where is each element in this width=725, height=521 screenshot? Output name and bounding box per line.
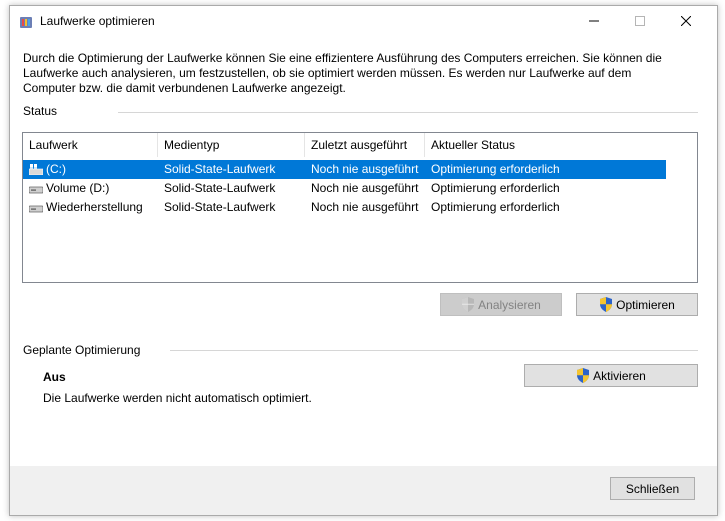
optimize-button-label: Optimieren (616, 297, 675, 312)
drive-row-d[interactable]: Volume (D:) Solid-State-Laufwerk Noch ni… (23, 179, 666, 198)
schedule-state-title: Aus (43, 370, 66, 384)
status-divider (118, 112, 698, 113)
column-header-status[interactable]: Aktueller Status (425, 133, 555, 157)
maximize-button[interactable] (617, 6, 663, 36)
current-status: Optimierung erforderlich (431, 200, 560, 214)
drive-name: Wiederherstellung (46, 200, 143, 214)
close-icon (681, 16, 691, 26)
window-title: Laufwerke optimieren (40, 14, 155, 28)
media-type: Solid-State-Laufwerk (164, 181, 276, 195)
uac-shield-icon (577, 368, 590, 383)
minimize-button[interactable] (571, 6, 617, 36)
list-header: Laufwerk Medientyp Zuletzt ausgeführt Ak… (23, 133, 697, 157)
close-window-button[interactable] (663, 6, 709, 36)
analyze-button[interactable]: Analysieren (440, 293, 562, 316)
drives-list[interactable]: Laufwerk Medientyp Zuletzt ausgeführt Ak… (22, 132, 698, 283)
close-button-label: Schließen (625, 481, 680, 496)
drive-icon (29, 186, 43, 194)
media-type: Solid-State-Laufwerk (164, 162, 276, 176)
dialog-footer: Schließen (10, 466, 717, 515)
drive-icon (29, 205, 43, 213)
maximize-icon (635, 16, 645, 26)
scheduled-section-label: Geplante Optimierung (23, 343, 141, 357)
current-status: Optimierung erforderlich (431, 162, 560, 176)
drive-row-recovery[interactable]: Wiederherstellung Solid-State-Laufwerk N… (23, 198, 666, 217)
schedule-state-text: Die Laufwerke werden nicht automatisch o… (43, 391, 312, 405)
media-type: Solid-State-Laufwerk (164, 200, 276, 214)
last-run: Noch nie ausgeführt (311, 181, 419, 195)
close-button[interactable]: Schließen (610, 477, 695, 500)
description-text: Durch die Optimierung der Laufwerke könn… (23, 51, 662, 95)
defrag-app-icon (20, 17, 32, 28)
title-bar[interactable]: Laufwerke optimieren (10, 6, 717, 36)
column-header-medientyp[interactable]: Medientyp (158, 133, 305, 157)
status-section-label: Status (23, 104, 58, 118)
minimize-icon (589, 20, 599, 22)
uac-shield-icon (462, 297, 475, 312)
uac-shield-icon (600, 297, 613, 312)
last-run: Noch nie ausgeführt (311, 162, 419, 176)
scheduled-divider (170, 350, 698, 351)
current-status: Optimierung erforderlich (431, 181, 560, 195)
activate-button[interactable]: Aktivieren (524, 364, 698, 387)
system-drive-icon (29, 164, 43, 175)
drive-name: Volume (D:) (46, 181, 110, 195)
drive-name: (C:) (46, 162, 66, 176)
analyze-button-label: Analysieren (478, 297, 541, 312)
activate-button-label: Aktivieren (593, 368, 646, 383)
column-header-zuletzt[interactable]: Zuletzt ausgeführt (305, 133, 425, 157)
column-header-laufwerk[interactable]: Laufwerk (23, 133, 158, 157)
drive-row-c[interactable]: (C:) Solid-State-Laufwerk Noch nie ausge… (23, 160, 666, 179)
optimize-drives-window: Laufwerke optimieren Durch die Optimieru… (9, 5, 718, 516)
last-run: Noch nie ausgeführt (311, 200, 419, 214)
optimize-button[interactable]: Optimieren (576, 293, 698, 316)
